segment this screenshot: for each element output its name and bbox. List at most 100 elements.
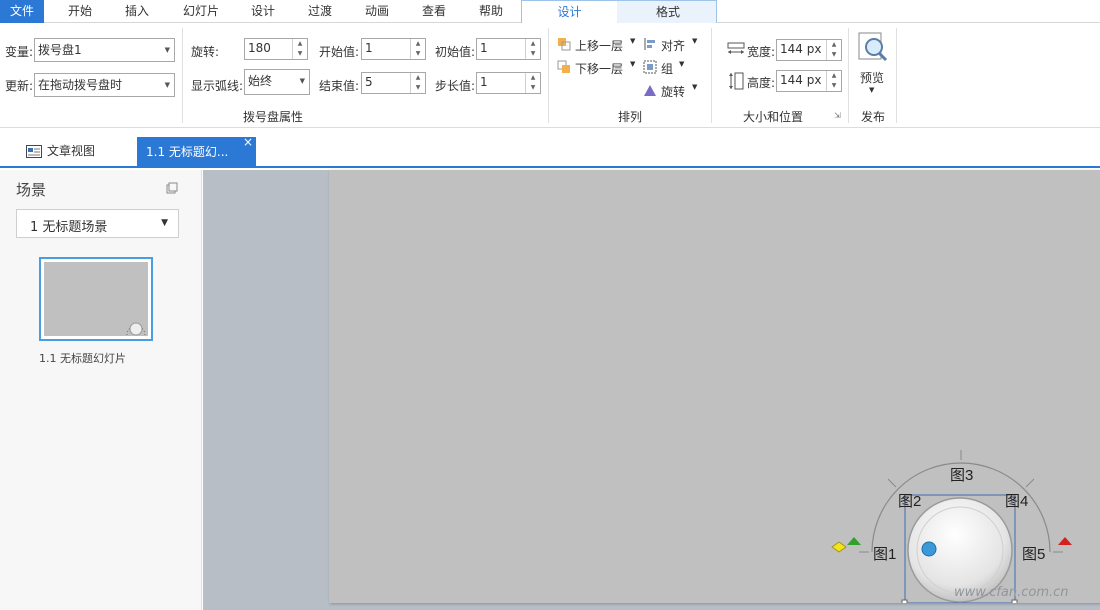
stepper-up-icon[interactable]: ▲ <box>827 40 841 50</box>
slide-thumbnail-preview <box>44 262 148 336</box>
dialog-launcher-icon[interactable]: ⇲ <box>834 111 841 120</box>
stepper-down-icon[interactable]: ▼ <box>526 83 540 93</box>
stepper-up-icon[interactable]: ▲ <box>411 73 425 83</box>
dial-tick <box>887 478 897 488</box>
stepper-down-icon[interactable]: ▼ <box>526 49 540 59</box>
variable-value: 拨号盘1 <box>38 43 82 57</box>
stepper-buttons: ▲ ▼ <box>525 73 540 93</box>
menu-animations[interactable]: 动画 <box>355 0 399 23</box>
resize-handle[interactable] <box>1011 599 1018 603</box>
menu-design[interactable]: 设计 <box>241 0 285 23</box>
arc-select[interactable]: 始终 ▼ <box>244 69 310 95</box>
initial-label: 初始值: <box>435 45 476 59</box>
scene-select[interactable]: 1 无标题场景 ▼ <box>16 209 179 238</box>
slide-thumbnail[interactable] <box>39 257 153 341</box>
divider <box>711 28 712 123</box>
dial-indicator <box>921 541 937 557</box>
dial-label-3: 图3 <box>950 467 973 484</box>
preview-icon <box>858 32 888 62</box>
stepper-down-icon[interactable]: ▼ <box>827 50 841 60</box>
start-stepper[interactable]: 1 ▲ ▼ <box>361 38 426 60</box>
close-icon[interactable]: × <box>243 127 253 157</box>
chevron-down-icon: ▼ <box>630 37 636 45</box>
end-value: 5 <box>365 75 373 89</box>
rotate-label: 旋转 <box>661 85 686 99</box>
height-icon <box>729 72 744 90</box>
bring-forward-icon <box>558 38 571 51</box>
bring-forward-button[interactable]: 上移一层 ▼ <box>557 36 637 54</box>
divider <box>896 28 897 123</box>
tab-story-view[interactable]: 文章视图 <box>22 136 132 166</box>
start-marker-icon <box>847 537 861 545</box>
variable-select[interactable]: 拨号盘1 ▼ <box>34 38 175 62</box>
slide-tab-label: 1.1 无标题幻... <box>146 145 229 159</box>
chevron-down-icon: ▼ <box>692 37 698 45</box>
group-icon <box>643 60 657 74</box>
menu-transitions[interactable]: 过渡 <box>298 0 342 23</box>
update-value: 在拖动拨号盘时 <box>38 78 123 92</box>
chevron-down-icon: ▼ <box>692 83 698 91</box>
menu-home[interactable]: 开始 <box>58 0 102 23</box>
tab-context-design[interactable]: 设计 <box>522 1 617 23</box>
watermark: www.cfan.com.cn <box>954 585 1069 600</box>
height-value: 144 px <box>780 73 822 87</box>
width-label: 宽度: <box>747 45 776 59</box>
menu-slides[interactable]: 幻灯片 <box>176 0 226 23</box>
stepper-buttons: ▲ ▼ <box>292 39 307 59</box>
menu-file[interactable]: 文件 <box>0 0 44 23</box>
slide-canvas[interactable]: 图3 图2 图4 图1 图5 www.cfan.com.cn <box>329 170 1100 603</box>
tab-context-format[interactable]: 格式 <box>620 1 716 23</box>
step-stepper[interactable]: 1 ▲ ▼ <box>476 72 541 94</box>
step-value: 1 <box>480 75 488 89</box>
start-value: 1 <box>365 41 373 55</box>
dial-tick <box>1025 478 1035 488</box>
send-backward-button[interactable]: 下移一层 ▼ <box>557 59 637 77</box>
width-stepper[interactable]: 144 px ▲ ▼ <box>776 39 842 61</box>
arrange-group-label: 排列 <box>617 110 642 124</box>
divider <box>548 28 549 123</box>
rotation-stepper[interactable]: 180 ▲ ▼ <box>244 38 308 60</box>
chevron-down-icon: ▼ <box>679 60 685 68</box>
size-group-label: 大小和位置 <box>742 110 803 124</box>
width-icon <box>727 42 745 54</box>
stepper-up-icon[interactable]: ▲ <box>827 71 841 81</box>
preview-button[interactable]: 预览 ▼ <box>855 31 891 101</box>
initial-stepper[interactable]: 1 ▲ ▼ <box>476 38 541 60</box>
stepper-down-icon[interactable]: ▼ <box>411 83 425 93</box>
variable-label: 变量: <box>5 45 34 59</box>
publish-group-label: 发布 <box>860 110 885 124</box>
resize-handle[interactable] <box>901 599 908 603</box>
story-view-label: 文章视图 <box>47 144 96 158</box>
stepper-up-icon[interactable]: ▲ <box>293 39 307 49</box>
send-backward-icon <box>557 60 570 73</box>
stepper-down-icon[interactable]: ▼ <box>293 49 307 59</box>
stepper-down-icon[interactable]: ▼ <box>827 81 841 91</box>
rotate-button[interactable]: 旋转 ▼ <box>643 82 701 100</box>
dial-label-1: 图1 <box>873 546 896 563</box>
menu-help[interactable]: 帮助 <box>469 0 513 23</box>
dial-object[interactable]: 图3 图2 图4 图1 图5 <box>829 445 1089 603</box>
chevron-down-icon: ▼ <box>299 77 305 85</box>
stepper-up-icon[interactable]: ▲ <box>526 73 540 83</box>
height-stepper[interactable]: 144 px ▲ ▼ <box>776 70 842 92</box>
menu-insert[interactable]: 插入 <box>115 0 159 23</box>
update-select[interactable]: 在拖动拨号盘时 ▼ <box>34 73 175 97</box>
align-icon <box>644 38 655 50</box>
divider <box>182 28 183 123</box>
width-value: 144 px <box>780 42 822 56</box>
align-button[interactable]: 对齐 ▼ <box>643 36 701 54</box>
start-handle-icon[interactable] <box>831 541 847 553</box>
stepper-up-icon[interactable]: ▲ <box>526 39 540 49</box>
group-button[interactable]: 组 ▼ <box>643 59 691 77</box>
ribbon: 变量: 拨号盘1 ▼ 更新: 在拖动拨号盘时 ▼ 旋转: 180 ▲ ▼ 显示弧… <box>0 23 1100 128</box>
menu-view[interactable]: 查看 <box>412 0 456 23</box>
stepper-up-icon[interactable]: ▲ <box>411 39 425 49</box>
restore-icon[interactable] <box>166 182 178 194</box>
stepper-buttons: ▲ ▼ <box>826 71 841 91</box>
tab-slide-1-1[interactable]: 1.1 无标题幻... × <box>137 135 256 168</box>
chevron-down-icon: ▼ <box>164 46 170 54</box>
stepper-down-icon[interactable]: ▼ <box>411 49 425 59</box>
end-stepper[interactable]: 5 ▲ ▼ <box>361 72 426 94</box>
chevron-down-icon: ▼ <box>161 218 168 228</box>
group-label: 组 <box>661 62 674 76</box>
